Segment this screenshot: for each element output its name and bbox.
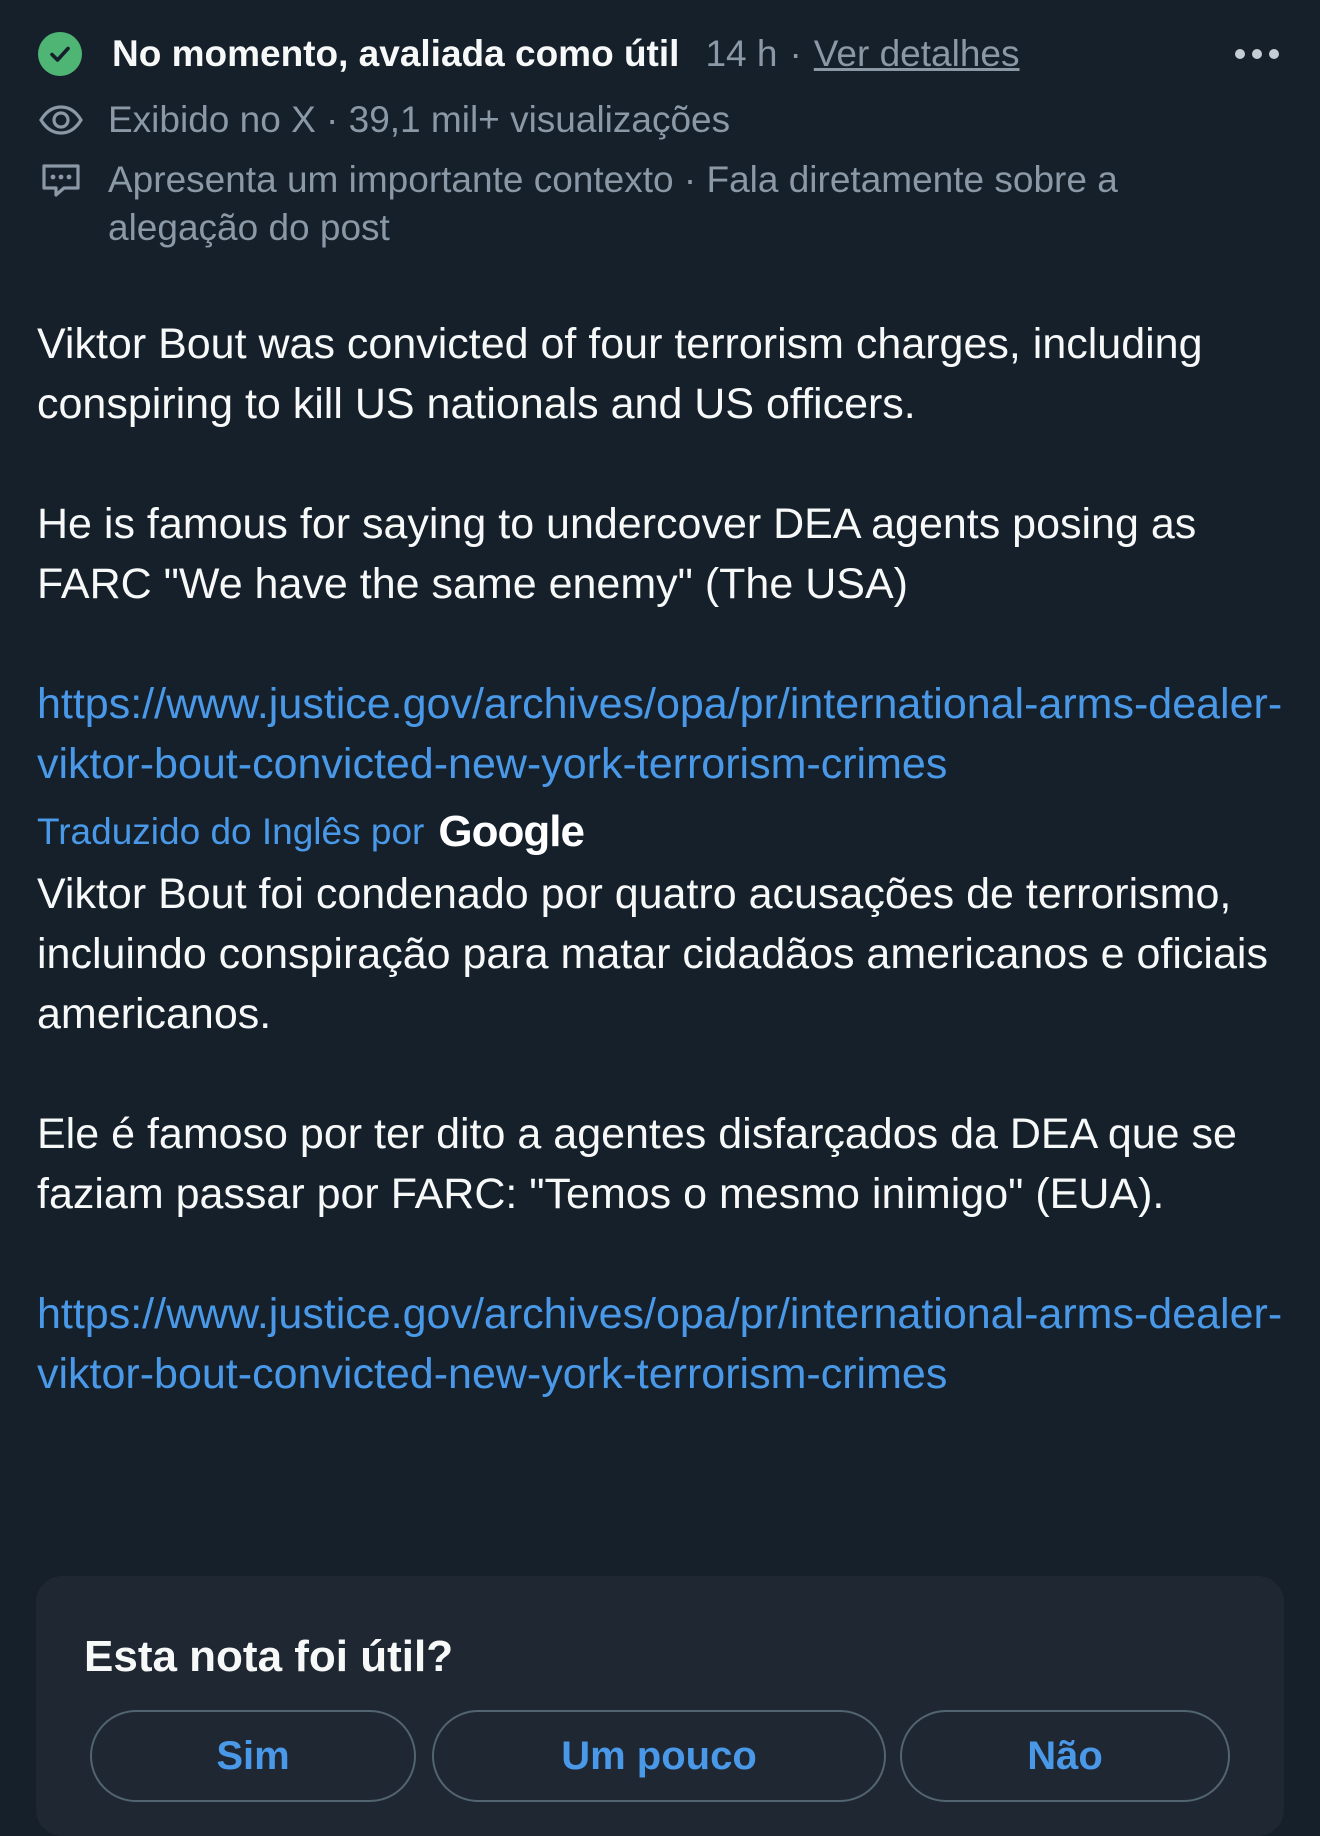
note-status-row: No momento, avaliada como útil 14 h · Ve… [38,24,1282,84]
translated-paragraph-2: Ele é famoso por ter dito a agentes disf… [37,1110,1237,1218]
note-timestamp: 14 h [705,33,778,74]
more-horizontal-icon[interactable] [1232,32,1282,76]
google-logo: Google [438,807,585,856]
context-row: Apresenta um importante contexto · Fala … [38,156,1260,252]
rate-yes-button[interactable]: Sim [90,1710,416,1802]
views-row: Exibido no X · 39,1 mil+ visualizações [38,96,1260,144]
original-paragraph-1: Viktor Bout was convicted of four terror… [37,320,1203,428]
feedback-card: Esta nota foi útil? Sim Um pouco Não [36,1576,1284,1836]
status-title: No momento, avaliada como útil [112,33,680,74]
translated-source-link[interactable]: https://www.justice.gov/archives/opa/pr/… [37,1284,1290,1404]
feedback-question: Esta nota foi útil? [84,1632,454,1681]
context-text: Apresenta um importante contexto · Fala … [108,159,1118,248]
views-text: Exibido no X · 39,1 mil+ visualizações [108,99,731,140]
original-paragraph-2: He is famous for saying to undercover DE… [37,500,1197,608]
see-details-link[interactable]: Ver detalhes [814,33,1020,75]
translated-by-label: Traduzido do Inglês por [37,811,425,852]
comment-icon [38,156,84,204]
separator-dot: · [789,33,802,74]
eye-icon [38,96,84,144]
note-body: Viktor Bout was convicted of four terror… [37,314,1290,1404]
rate-somewhat-button[interactable]: Um pouco [432,1710,886,1802]
translation-attribution: Traduzido do Inglês por Google [37,804,1290,860]
translated-paragraph-1: Viktor Bout foi condenado por quatro acu… [37,870,1268,1038]
original-source-link[interactable]: https://www.justice.gov/archives/opa/pr/… [37,674,1290,794]
community-note: No momento, avaliada como útil 14 h · Ve… [0,0,1320,1836]
rate-no-button[interactable]: Não [900,1710,1230,1802]
check-circle-icon [38,32,82,76]
